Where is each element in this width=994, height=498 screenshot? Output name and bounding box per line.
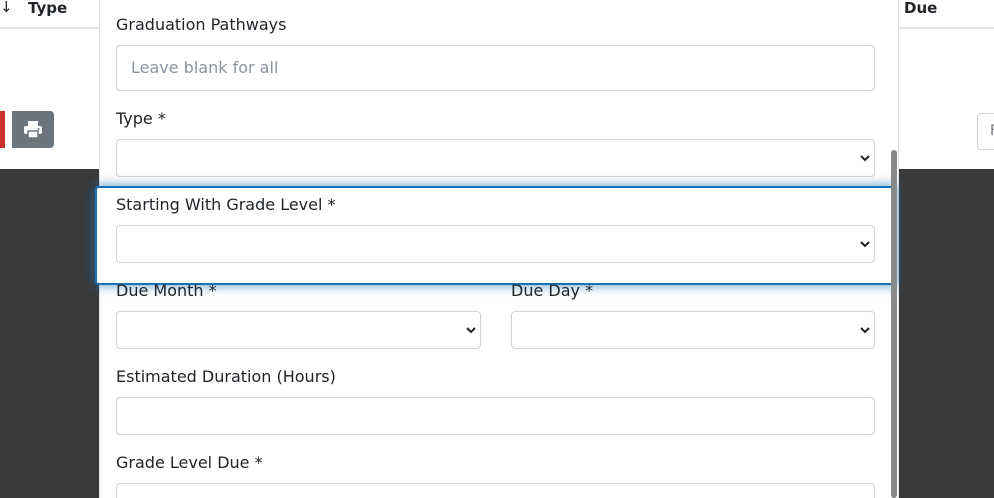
delete-button-edge[interactable] xyxy=(0,111,5,148)
print-icon xyxy=(24,121,42,138)
chevron-down-icon xyxy=(860,155,870,162)
chevron-down-icon xyxy=(466,327,476,334)
print-button[interactable] xyxy=(12,111,54,148)
starting-grade-level-select[interactable] xyxy=(116,225,875,263)
due-month-label: Due Month * xyxy=(116,281,217,300)
type-select[interactable] xyxy=(116,139,875,177)
column-header-due[interactable]: Due xyxy=(904,0,937,17)
chevron-down-icon xyxy=(860,327,870,334)
estimated-duration-input[interactable] xyxy=(116,397,875,435)
graduation-pathways-label: Graduation Pathways xyxy=(116,15,287,34)
sort-arrow-icon[interactable]: ↓ xyxy=(0,0,13,16)
grade-level-due-select[interactable] xyxy=(116,483,875,498)
due-day-label: Due Day * xyxy=(511,281,594,300)
column-header-type[interactable]: Type xyxy=(28,0,67,17)
graduation-pathways-input[interactable]: Leave blank for all xyxy=(116,45,875,91)
grade-level-due-label: Grade Level Due * xyxy=(116,453,263,472)
due-day-select[interactable] xyxy=(511,311,875,349)
page-size-input[interactable]: F xyxy=(977,113,994,150)
due-month-select[interactable] xyxy=(116,311,481,349)
type-label: Type * xyxy=(116,109,166,128)
chevron-down-icon xyxy=(860,241,870,248)
estimated-duration-label: Estimated Duration (Hours) xyxy=(116,367,336,386)
starting-grade-level-label: Starting With Grade Level * xyxy=(116,195,336,214)
modal-scrollbar[interactable] xyxy=(891,150,897,498)
